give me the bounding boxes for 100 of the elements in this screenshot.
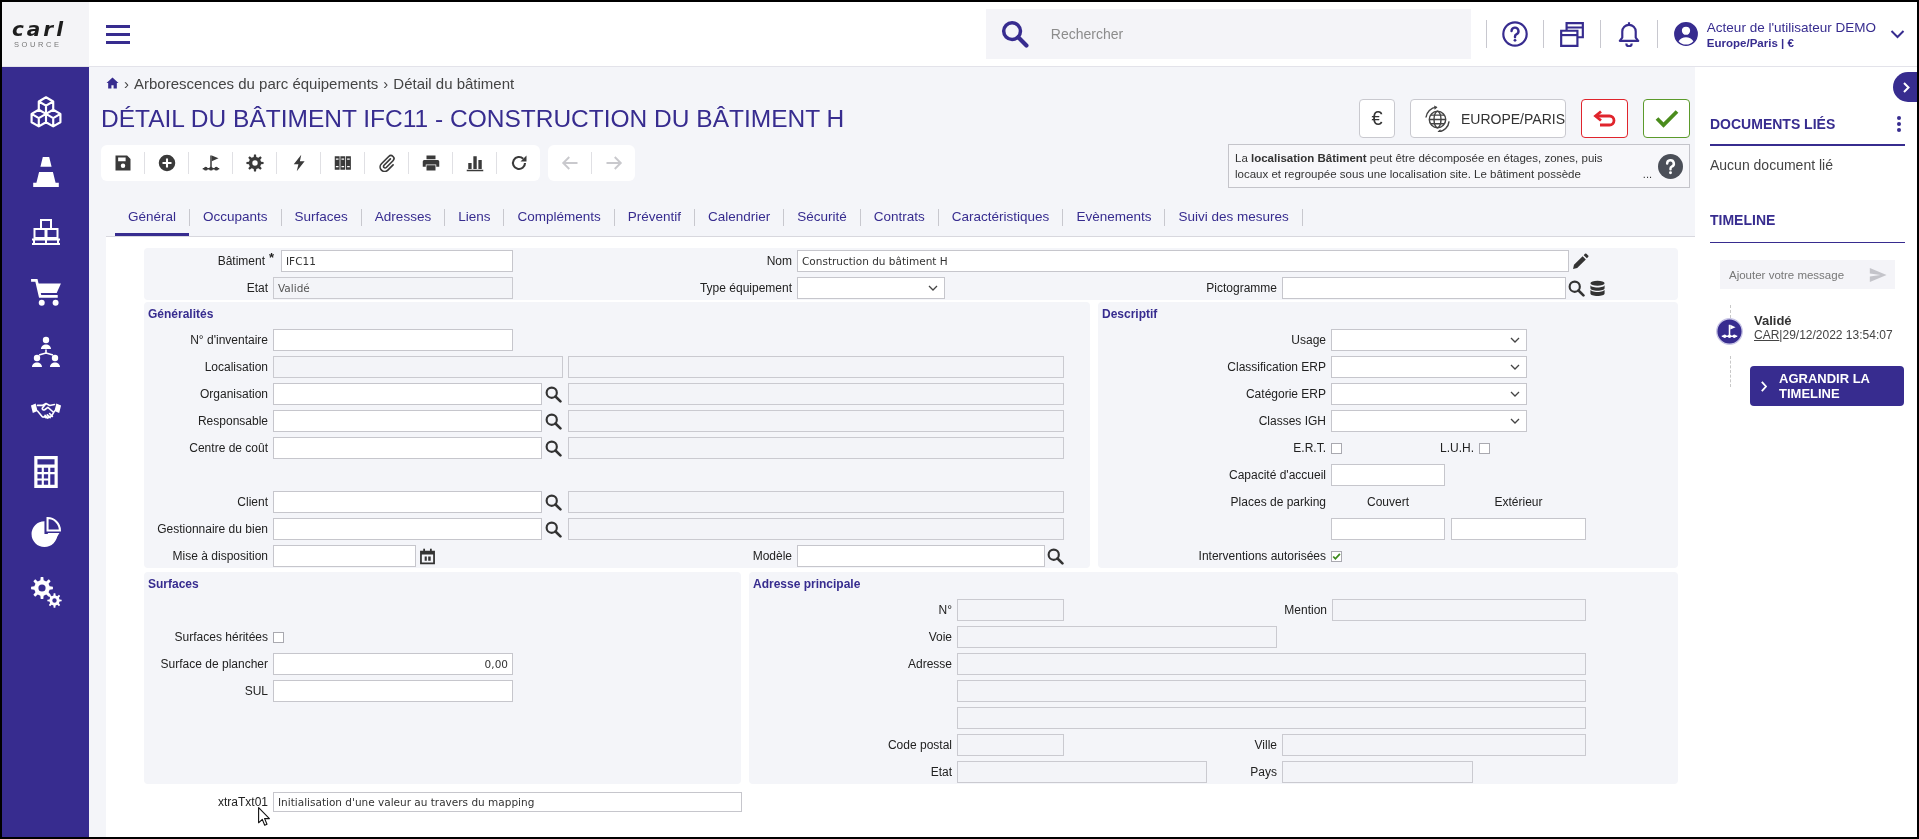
user-details: Europe/Paris | € bbox=[1706, 35, 1795, 50]
text-field[interactable] bbox=[273, 383, 542, 405]
text-field[interactable] bbox=[273, 356, 563, 378]
collapse-panel-button[interactable] bbox=[1893, 72, 1917, 102]
dropdown-field[interactable] bbox=[1331, 329, 1527, 351]
text-field[interactable] bbox=[273, 491, 542, 513]
dropdown-field[interactable] bbox=[1331, 410, 1527, 432]
arrow-right-icon bbox=[604, 154, 623, 172]
menu-icon[interactable] bbox=[106, 24, 130, 44]
text-field[interactable] bbox=[957, 734, 1064, 756]
tab[interactable]: Contrats bbox=[860, 200, 938, 236]
tab[interactable]: Sécurité bbox=[784, 200, 860, 236]
text-field[interactable] bbox=[797, 545, 1045, 567]
pie-chart-icon[interactable] bbox=[29, 516, 62, 548]
checkbox[interactable] bbox=[1331, 442, 1342, 454]
tab[interactable]: Caractéristiques bbox=[938, 200, 1063, 236]
text-field[interactable]: 0,00 bbox=[273, 653, 513, 675]
tab[interactable]: Liens bbox=[445, 200, 504, 236]
breadcrumb-separator: › bbox=[383, 74, 389, 92]
text-field[interactable] bbox=[273, 437, 542, 459]
text-field[interactable] bbox=[273, 518, 542, 540]
checkbox[interactable] bbox=[1331, 550, 1342, 562]
text-field[interactable] bbox=[957, 599, 1064, 621]
tab[interactable]: Suivi des mesures bbox=[1165, 200, 1302, 236]
search-icon[interactable] bbox=[1000, 20, 1029, 48]
tab[interactable]: Surfaces bbox=[281, 200, 361, 236]
text-field[interactable] bbox=[273, 680, 513, 702]
tab[interactable]: Occupants bbox=[190, 200, 281, 236]
tab[interactable]: Adresses bbox=[361, 200, 445, 236]
more-link[interactable]: ... bbox=[1642, 168, 1652, 180]
help-icon[interactable] bbox=[1658, 153, 1683, 179]
text-field[interactable] bbox=[1331, 518, 1445, 540]
expand-timeline-button[interactable]: AGRANDIR LA TIMELINE bbox=[1750, 366, 1904, 406]
bar-chart-icon bbox=[465, 154, 484, 172]
text-field[interactable] bbox=[1282, 761, 1473, 783]
help-icon[interactable] bbox=[1501, 21, 1528, 47]
text-field[interactable] bbox=[957, 680, 1586, 702]
dropdown-field[interactable] bbox=[1331, 383, 1527, 405]
cubes-icon[interactable] bbox=[29, 96, 62, 128]
home-icon[interactable] bbox=[106, 77, 119, 89]
dropdown-field[interactable] bbox=[1331, 356, 1527, 378]
text-field[interactable] bbox=[957, 653, 1586, 675]
search-icon[interactable] bbox=[1568, 279, 1585, 297]
pencil-icon[interactable] bbox=[1572, 252, 1589, 270]
message-field[interactable]: Ajouter votre message bbox=[1720, 260, 1895, 289]
cancel-button[interactable] bbox=[1581, 99, 1628, 138]
search-icon[interactable] bbox=[545, 412, 562, 430]
search-icon[interactable] bbox=[545, 439, 562, 457]
tab[interactable]: Préventif bbox=[614, 200, 694, 236]
text-field[interactable] bbox=[957, 707, 1586, 729]
more-options-icon[interactable] bbox=[1897, 116, 1901, 132]
gears-icon[interactable] bbox=[29, 576, 62, 608]
search-icon[interactable] bbox=[545, 493, 562, 511]
field-label: Pictogramme bbox=[1206, 281, 1277, 295]
field-label: Usage bbox=[1291, 333, 1326, 347]
validate-button[interactable] bbox=[1643, 99, 1690, 138]
checkbox[interactable] bbox=[273, 631, 284, 643]
field-label: SUL bbox=[244, 684, 268, 698]
chevron-down-icon bbox=[1510, 418, 1520, 424]
text-field[interactable] bbox=[1332, 599, 1586, 621]
search-icon[interactable] bbox=[1047, 547, 1064, 565]
empty-message: Aucun document lié bbox=[1710, 156, 1833, 174]
text-field[interactable]: Validé bbox=[273, 277, 513, 299]
field-label: Modèle bbox=[752, 549, 792, 563]
text-field[interactable] bbox=[1331, 464, 1445, 486]
user-name[interactable]: Acteur de l'utilisateur DEMO bbox=[1706, 18, 1876, 36]
text-field[interactable]: IFC11 bbox=[281, 250, 513, 272]
text-field[interactable] bbox=[1282, 277, 1566, 299]
search-icon[interactable] bbox=[545, 385, 562, 403]
user-avatar-icon[interactable] bbox=[1672, 21, 1699, 47]
text-field[interactable]: Initialisation d'une valeur au travers du mapping bbox=[273, 792, 742, 812]
field-label: Client bbox=[237, 495, 268, 509]
database-icon[interactable] bbox=[1589, 279, 1606, 297]
timezone-button[interactable]: EUROPE/PARIS bbox=[1410, 99, 1566, 138]
undo-arrow-icon bbox=[1592, 110, 1617, 127]
windows-icon[interactable] bbox=[1558, 21, 1585, 47]
pallet-boxes-icon[interactable] bbox=[29, 216, 62, 248]
currency-button[interactable]: € bbox=[1359, 99, 1395, 138]
text-field[interactable] bbox=[1282, 734, 1586, 756]
text-field[interactable] bbox=[957, 761, 1207, 783]
calendar-icon[interactable] bbox=[419, 547, 436, 565]
text-field[interactable] bbox=[957, 626, 1277, 648]
text-field[interactable] bbox=[273, 410, 542, 432]
field-label: Gestionnaire du bien bbox=[157, 522, 268, 536]
shopping-cart-icon[interactable] bbox=[29, 276, 62, 308]
tab[interactable]: Calendrier bbox=[695, 200, 784, 236]
refresh-icon bbox=[509, 154, 528, 172]
text-field[interactable]: Construction du bâtiment H bbox=[797, 250, 1569, 272]
tab[interactable]: Evènements bbox=[1063, 200, 1165, 236]
breadcrumb-link[interactable]: Arborescences du parc équipements bbox=[134, 74, 379, 92]
gear-icon bbox=[245, 154, 264, 172]
dropdown-field[interactable] bbox=[797, 277, 945, 299]
team-hierarchy-icon[interactable] bbox=[29, 336, 62, 368]
text-field[interactable] bbox=[273, 545, 416, 567]
text-field[interactable] bbox=[273, 329, 513, 351]
search-icon[interactable] bbox=[545, 520, 562, 538]
text-field[interactable] bbox=[1451, 518, 1586, 540]
chevron-right-icon bbox=[1761, 380, 1767, 392]
checkbox[interactable] bbox=[1479, 442, 1490, 454]
tab[interactable]: Compléments bbox=[504, 200, 614, 236]
